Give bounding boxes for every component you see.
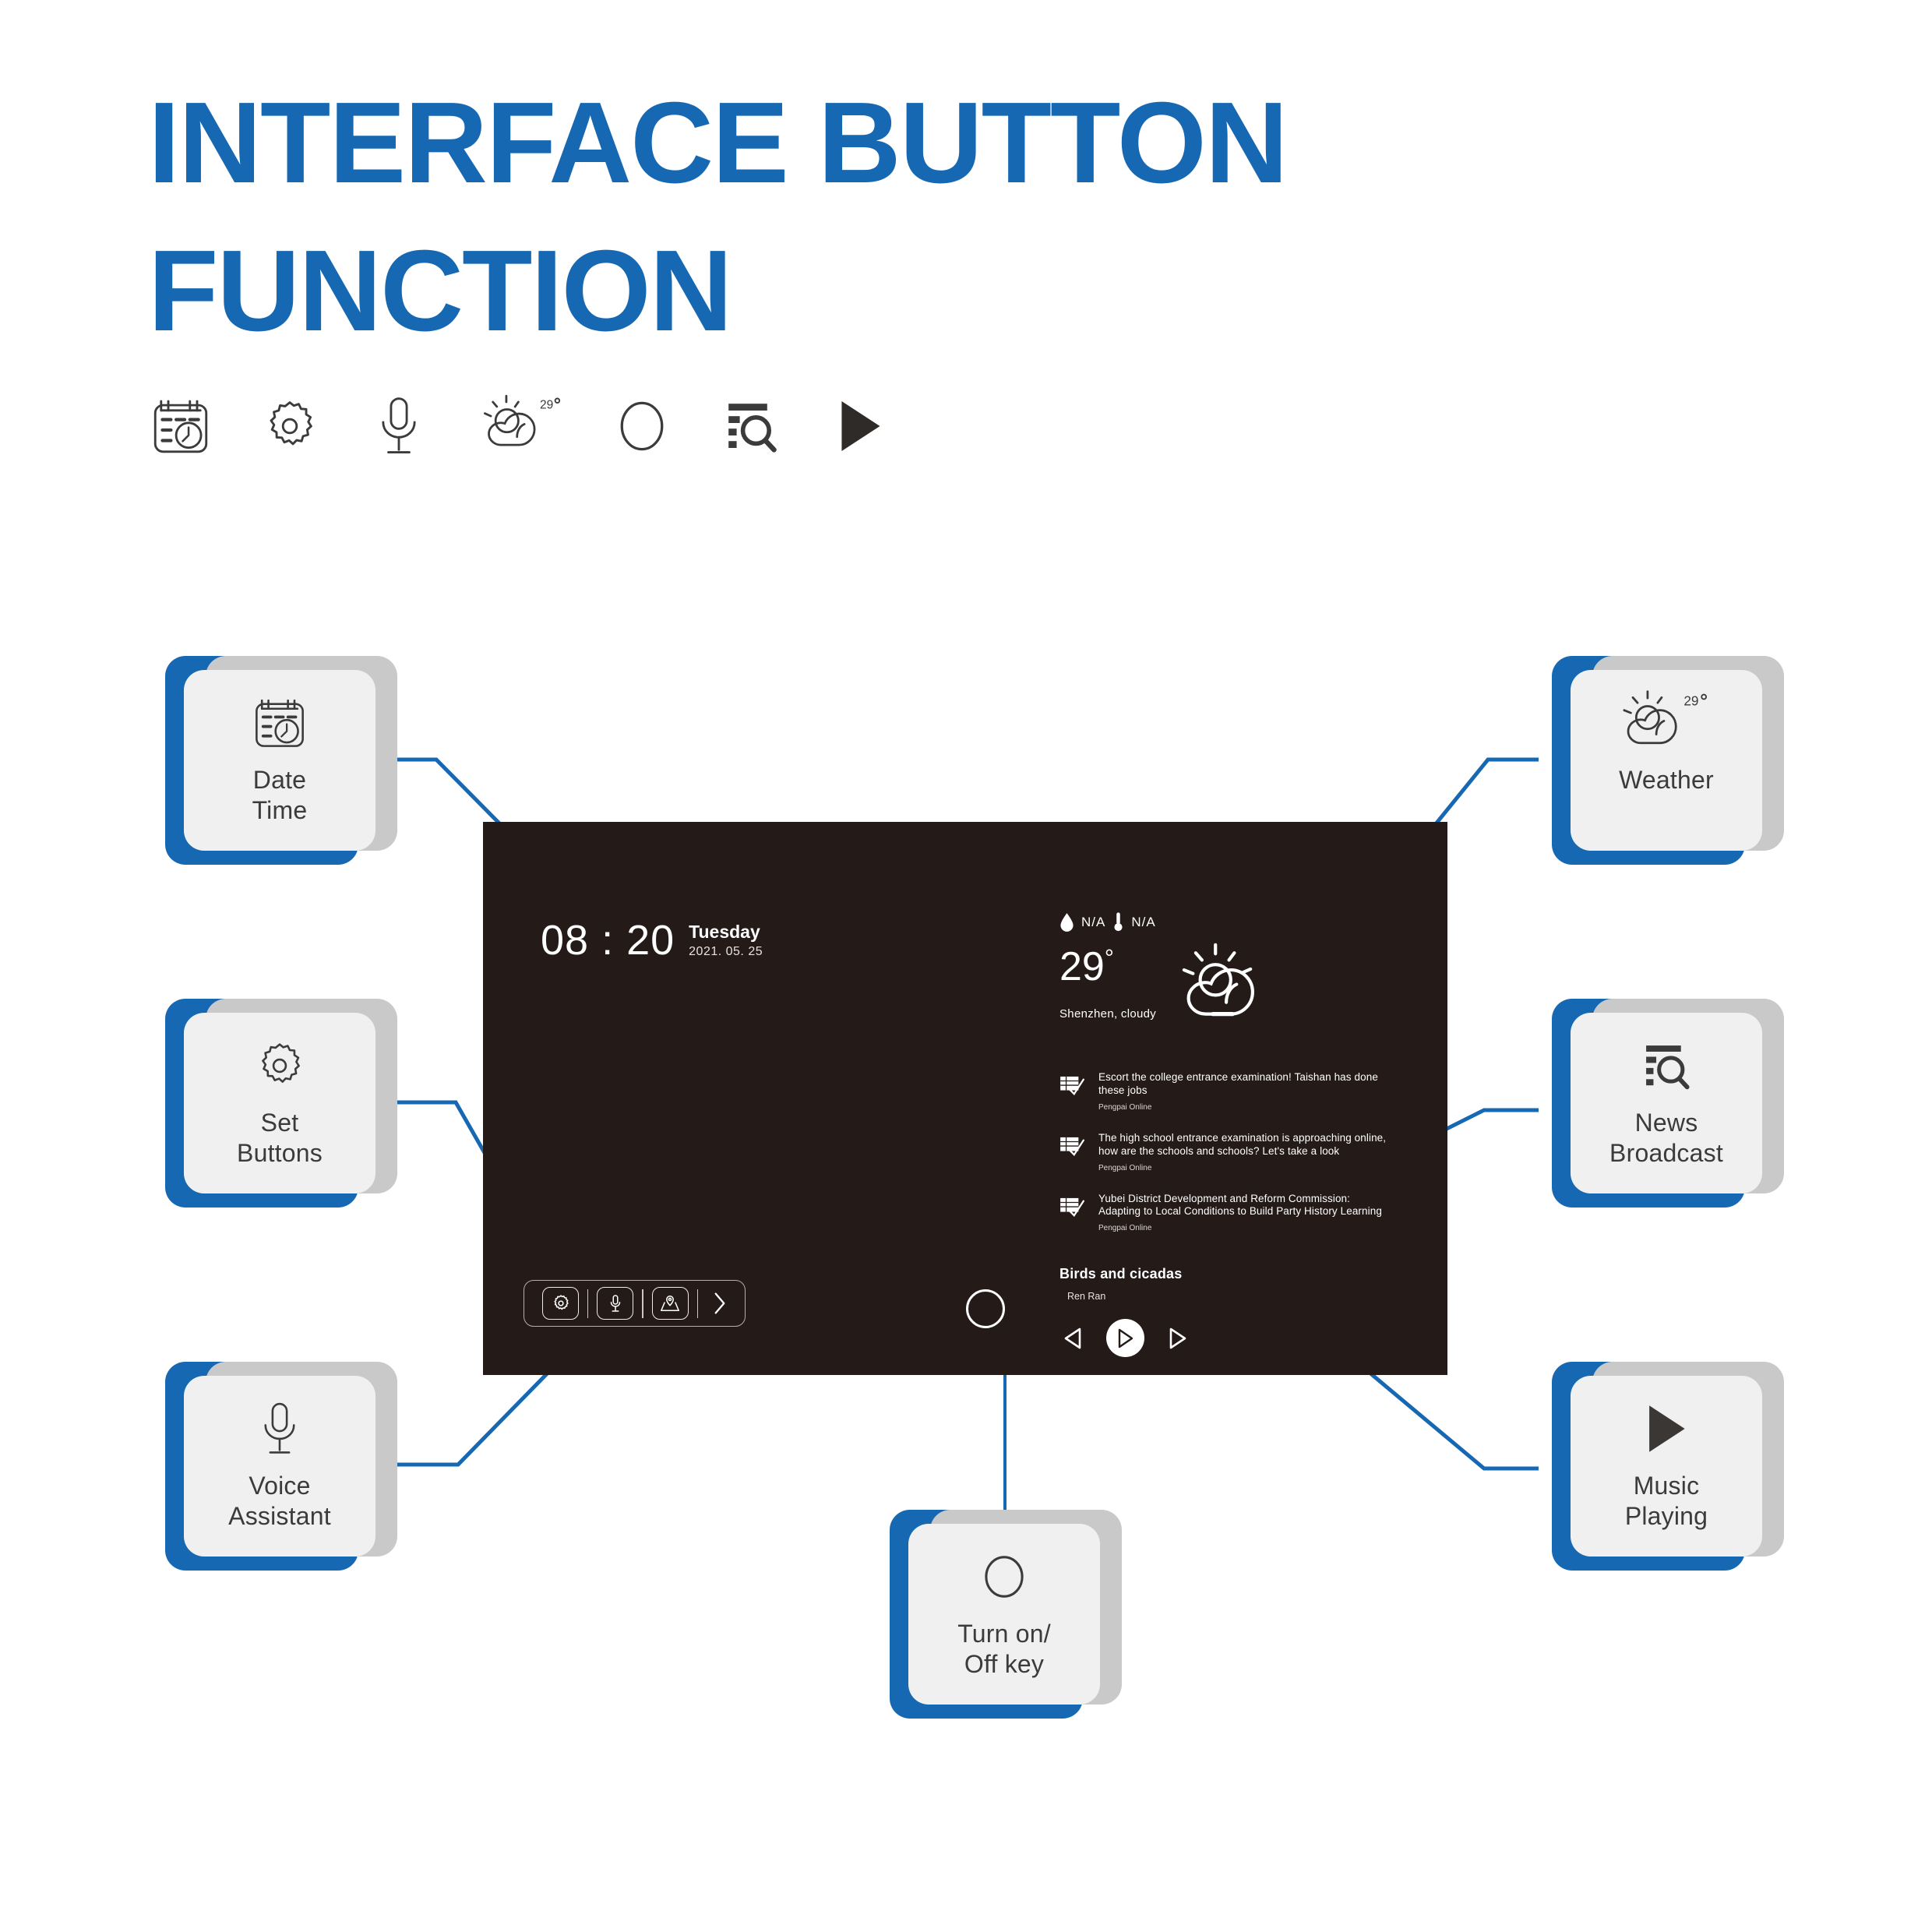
callout-card-set-buttons[interactable]: Set Buttons	[165, 999, 397, 1208]
card-face: Set Buttons	[184, 1013, 375, 1193]
screen-power-button[interactable]	[966, 1289, 1005, 1328]
news-check-icon	[1059, 1197, 1086, 1222]
weather-card-badge: 29	[1683, 693, 1698, 709]
news-list-item[interactable]: The high school entrance examination is …	[1059, 1132, 1387, 1172]
weather-degree-symbol: °	[1104, 945, 1114, 971]
news-check-icon	[1059, 1137, 1086, 1161]
svg-text:29: 29	[540, 399, 553, 412]
callout-card-music-playing[interactable]: Music Playing	[1552, 1362, 1784, 1571]
news-title: Yubei District Development and Reform Co…	[1098, 1192, 1382, 1218]
card-face: Date Time	[184, 670, 375, 851]
page-title: INTERFACE BUTTON FUNCTION	[148, 86, 1550, 349]
gear-icon	[252, 1033, 308, 1098]
page-title-line2: FUNCTION	[148, 227, 733, 355]
screen-music-player: Birds and cicadas Ren Ran	[1059, 1266, 1387, 1357]
clock-day: Tuesday	[689, 922, 760, 942]
play-triangle-icon	[826, 392, 894, 460]
callout-card-power-key[interactable]: Turn on/ Off key	[890, 1510, 1122, 1719]
toolbar-map-button[interactable]	[651, 1287, 689, 1320]
card-label: Set Buttons	[237, 1109, 323, 1168]
weather-condition-icon	[1173, 940, 1290, 1038]
humidity-value: N/A	[1081, 914, 1106, 929]
toolbar-divider	[642, 1289, 643, 1318]
screen-weather-widget: N/A N/A 29° Shenzhen, cloudy	[1059, 911, 1394, 1038]
card-face: Turn on/ Off key	[908, 1524, 1100, 1705]
weather-location: Shenzhen, cloudy	[1059, 1007, 1157, 1021]
card-face: Voice Assistant	[184, 1376, 375, 1557]
news-source: Pengpai Online	[1098, 1224, 1152, 1233]
microphone-icon	[365, 392, 433, 460]
card-face: News Broadcast	[1571, 1013, 1762, 1193]
device-screen: 08 : 20 Tuesday 2021. 05. 25 N/A N/A 29°…	[483, 822, 1447, 1375]
card-face: 29 Weather	[1571, 670, 1762, 851]
power-circle-icon	[977, 1544, 1031, 1609]
music-play-button[interactable]	[1106, 1319, 1144, 1357]
music-prev-button[interactable]	[1063, 1327, 1083, 1350]
music-track-title: Birds and cicadas	[1059, 1266, 1183, 1282]
play-triangle-icon	[1642, 1396, 1690, 1461]
clock-date: 2021. 05. 25	[689, 945, 763, 959]
callout-card-voice-assistant[interactable]: Voice Assistant	[165, 1362, 397, 1571]
card-label: News Broadcast	[1609, 1109, 1723, 1168]
calendar-clock-icon	[250, 690, 309, 756]
news-list-item[interactable]: Escort the college entrance examination!…	[1059, 1071, 1387, 1112]
news-title: The high school entrance examination is …	[1098, 1131, 1387, 1157]
thermometer-icon	[1114, 912, 1123, 932]
weather-sun-cloud-icon: 29	[474, 392, 567, 460]
news-source: Pengpai Online	[1098, 1163, 1152, 1172]
callout-card-news-broadcast[interactable]: News Broadcast	[1552, 999, 1784, 1208]
microphone-icon	[256, 1396, 304, 1461]
weather-temp-number: 29	[1059, 944, 1105, 989]
card-label: Date Time	[252, 766, 308, 825]
calendar-clock-icon	[146, 392, 215, 460]
toolbar-divider	[587, 1289, 589, 1318]
news-title: Escort the college entrance examination!…	[1098, 1071, 1378, 1096]
news-source: Pengpai Online	[1098, 1102, 1152, 1112]
temp-sensor-value: N/A	[1131, 914, 1156, 929]
toolbar-divider	[696, 1289, 699, 1318]
toolbar-voice-button[interactable]	[597, 1287, 634, 1320]
weather-temperature: 29°	[1059, 947, 1156, 987]
screen-clock: 08 : 20 Tuesday 2021. 05. 25	[541, 919, 763, 961]
icon-strip: 29	[146, 383, 894, 469]
page-title-line1: INTERFACE BUTTON	[148, 79, 1289, 207]
callout-card-weather[interactable]: 29 Weather	[1552, 656, 1784, 865]
music-next-button[interactable]	[1168, 1327, 1188, 1350]
news-check-icon	[1059, 1076, 1086, 1100]
card-label: Turn on/ Off key	[957, 1620, 1051, 1679]
music-artist: Ren Ran	[1067, 1291, 1106, 1302]
card-face: Music Playing	[1571, 1376, 1762, 1557]
news-search-icon	[717, 392, 785, 460]
weather-sun-cloud-icon: 29	[1617, 690, 1715, 756]
power-circle-icon	[608, 392, 676, 460]
toolbar-settings-button[interactable]	[542, 1287, 579, 1320]
humidity-drop-icon	[1060, 913, 1074, 932]
news-search-icon	[1638, 1033, 1694, 1098]
screen-bottom-toolbar	[524, 1280, 746, 1327]
news-list-item[interactable]: Yubei District Development and Reform Co…	[1059, 1192, 1387, 1233]
gear-icon	[256, 392, 324, 460]
card-label: Weather	[1619, 766, 1714, 794]
toolbar-more-button[interactable]	[706, 1292, 734, 1315]
screen-news-list: Escort the college entrance examination!…	[1059, 1071, 1387, 1253]
card-label: Music Playing	[1624, 1472, 1708, 1531]
clock-time: 08 : 20	[541, 917, 675, 964]
callout-card-date-time[interactable]: Date Time	[165, 656, 397, 865]
card-label: Voice Assistant	[228, 1472, 331, 1531]
